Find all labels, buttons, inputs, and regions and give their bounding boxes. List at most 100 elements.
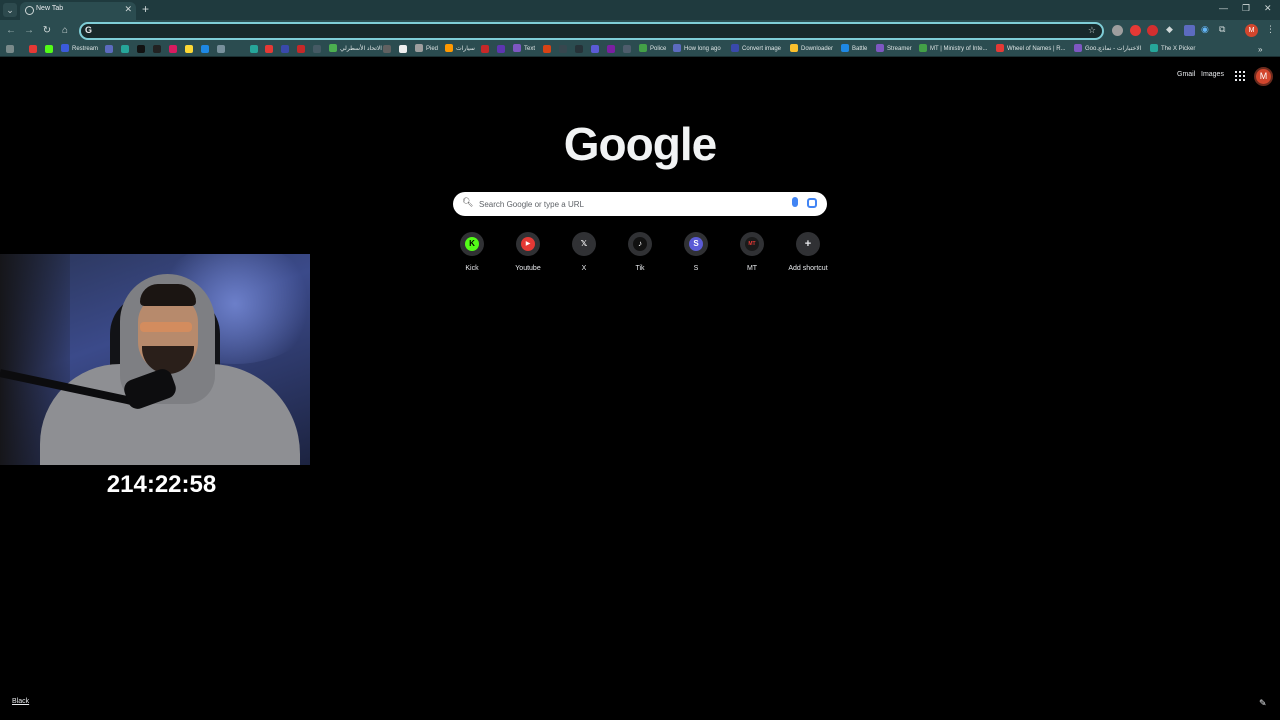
extension-icon[interactable]: [1112, 25, 1123, 36]
bookmark-the-x-picker[interactable]: The X Picker: [1150, 44, 1195, 55]
google-apps-icon[interactable]: [1235, 71, 1245, 81]
search-input[interactable]: [479, 196, 779, 212]
theme-link[interactable]: Black: [12, 698, 29, 705]
bookmark-arabic-2[interactable]: سيارات: [445, 44, 475, 55]
bookmark-icon[interactable]: [185, 45, 193, 53]
bookmark-wheel-of-names[interactable]: Wheel of Names | R...: [996, 44, 1066, 55]
microphone-icon[interactable]: [792, 197, 798, 207]
bookmark-icon[interactable]: [297, 45, 305, 53]
apps-grid-icon[interactable]: [6, 45, 14, 53]
bookmark-star-icon[interactable]: ☆: [1088, 25, 1096, 36]
new-tab-icon[interactable]: +: [142, 2, 149, 16]
close-icon[interactable]: ✕: [124, 4, 132, 15]
bookmark-streamer[interactable]: Streamer: [876, 44, 912, 55]
bookmark-icon[interactable]: [481, 45, 489, 53]
bookmark-icon[interactable]: [29, 45, 37, 53]
bookmark-arabic-3[interactable]: الاختبارات - نماذج: [1098, 44, 1141, 55]
bookmark-icon: [673, 44, 681, 53]
shortcut-x[interactable]: 𝕏 X: [556, 232, 612, 278]
bookmark-icon[interactable]: [575, 45, 583, 53]
bookmark-downloader[interactable]: Downloader: [790, 44, 833, 55]
bookmark-restream[interactable]: Restream: [61, 44, 98, 55]
shortcut-kick[interactable]: K Kick: [444, 232, 500, 278]
github-icon[interactable]: [383, 45, 391, 53]
bookmark-icon[interactable]: [591, 45, 599, 53]
shortcut-mt[interactable]: MT MT: [724, 232, 780, 278]
avatar[interactable]: M: [1254, 67, 1273, 86]
bookmark-convert-image[interactable]: Convert image: [731, 44, 781, 55]
add-shortcut-button[interactable]: + Add shortcut: [780, 232, 836, 278]
profile-icon[interactable]: M: [1245, 24, 1258, 37]
bookmark-label: Police: [650, 46, 667, 52]
search-icon: 🔍︎: [462, 197, 474, 207]
shortcut-youtube[interactable]: ▶ Youtube: [500, 232, 556, 278]
bookmark-icon[interactable]: [265, 45, 273, 53]
window-close-icon[interactable]: ✕: [1264, 3, 1272, 14]
tiktok-icon[interactable]: [153, 45, 161, 53]
bookmark-icon[interactable]: [543, 45, 551, 53]
bookmark-police[interactable]: Police: [639, 44, 666, 55]
back-icon[interactable]: ←: [4, 24, 18, 38]
bookmark-label: Battle: [852, 46, 868, 52]
instagram-icon[interactable]: [169, 45, 177, 53]
bookmark-icon[interactable]: [313, 45, 321, 53]
minimize-icon[interactable]: —: [1219, 3, 1228, 13]
tab-new-tab[interactable]: New Tab ✕: [20, 2, 136, 20]
bookmark-battle[interactable]: Battle: [841, 44, 867, 55]
shortcut-tik[interactable]: ♪ Tik: [612, 232, 668, 278]
bookmark-icon: [513, 44, 521, 53]
bookmark-icon[interactable]: [121, 45, 129, 53]
bookmark-mt-ministry[interactable]: MT | Ministry of Inte...: [919, 44, 987, 55]
bookmark-icon[interactable]: [497, 45, 505, 53]
bookmark-icon[interactable]: [105, 45, 113, 53]
sound-icon[interactable]: ◉: [1201, 24, 1209, 35]
bookmark-icon: [639, 44, 647, 53]
bookmark-icon[interactable]: [399, 45, 407, 53]
menu-kebab-icon[interactable]: ⋮: [1266, 24, 1275, 35]
kick-icon[interactable]: [45, 45, 53, 53]
shortcut-label: Tik: [635, 265, 645, 272]
bookmark-text[interactable]: Text: [513, 44, 535, 55]
extension-icon[interactable]: ◆: [1166, 24, 1173, 35]
webcam-overlay: [0, 254, 310, 465]
search-box[interactable]: 🔍︎: [453, 192, 827, 216]
tab-search-icon[interactable]: ⌄: [3, 3, 17, 17]
bookmark-icon: [1150, 44, 1158, 53]
restore-icon[interactable]: ❐: [1242, 3, 1250, 14]
bookmark-icon[interactable]: [281, 45, 289, 53]
plus-icon: +: [801, 237, 815, 251]
pencil-icon[interactable]: ✎: [1259, 698, 1267, 709]
shortcut-tile: S: [684, 232, 708, 256]
extension-icon[interactable]: [1147, 25, 1158, 36]
bookmark-pied[interactable]: Pied: [415, 44, 438, 55]
bookmark-label: سيارات: [456, 46, 475, 52]
home-icon[interactable]: ⌂: [58, 24, 72, 38]
x-icon[interactable]: [137, 45, 145, 53]
chevron-right-icon[interactable]: »: [1258, 44, 1262, 55]
shortcut-tile: ▶: [516, 232, 540, 256]
address-bar[interactable]: G ☆: [79, 22, 1104, 40]
address-input[interactable]: [97, 25, 1077, 37]
gmail-link[interactable]: Gmail: [1177, 71, 1195, 78]
bookmark-how-long-ago[interactable]: How long ago: [673, 44, 721, 55]
google-logo: Google: [563, 118, 717, 170]
images-link[interactable]: Images: [1201, 71, 1224, 78]
bookmark-icon[interactable]: [250, 45, 258, 53]
extension-icon[interactable]: [1184, 25, 1195, 36]
shortcut-s[interactable]: S S: [668, 232, 724, 278]
bookmark-label: How long ago: [684, 46, 721, 52]
glasses: [140, 322, 192, 332]
tiktok-icon: ♪: [633, 237, 647, 251]
bookmark-icon[interactable]: [559, 45, 567, 53]
bookmark-icon[interactable]: [201, 45, 209, 53]
reload-icon[interactable]: ↻: [40, 24, 54, 38]
extension-icon[interactable]: [1130, 25, 1141, 36]
bookmark-icon: [445, 44, 453, 53]
bookmark-arabic-1[interactable]: الاتحاد الأسطرلي: [329, 44, 382, 55]
bookmark-icon[interactable]: [217, 45, 225, 53]
google-lens-icon[interactable]: [807, 198, 817, 208]
bookmark-icon[interactable]: [607, 45, 615, 53]
bookmark-icon[interactable]: [623, 45, 631, 53]
extensions-puzzle-icon[interactable]: ⧉: [1219, 24, 1225, 35]
forward-icon[interactable]: →: [22, 24, 36, 38]
